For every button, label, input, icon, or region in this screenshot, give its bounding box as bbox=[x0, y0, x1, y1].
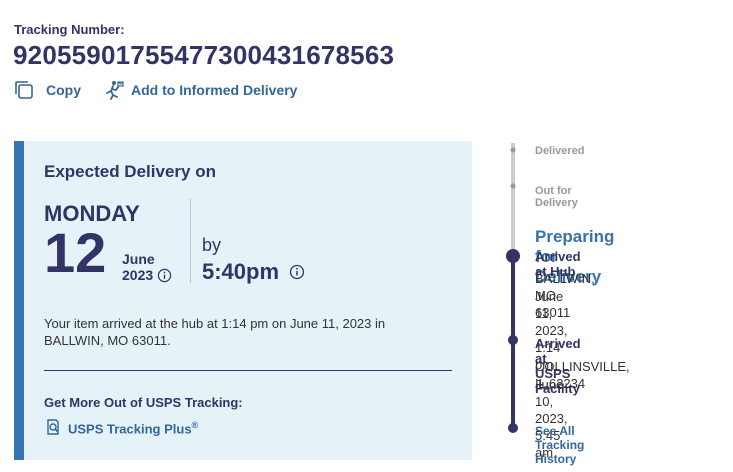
timeline-dot-delivered bbox=[510, 147, 516, 153]
timeline-dot-facility bbox=[508, 335, 518, 345]
timeline-dot-history bbox=[508, 423, 518, 433]
timeline-dot-out-for-delivery bbox=[510, 183, 516, 189]
timeline-line bbox=[506, 143, 520, 433]
see-all-history-link[interactable]: See All Tracking History bbox=[535, 424, 584, 466]
step-out-for-delivery: Out for Delivery bbox=[535, 185, 578, 209]
step-delivered: Delivered bbox=[535, 145, 585, 157]
timeline-dot-current bbox=[506, 249, 520, 263]
